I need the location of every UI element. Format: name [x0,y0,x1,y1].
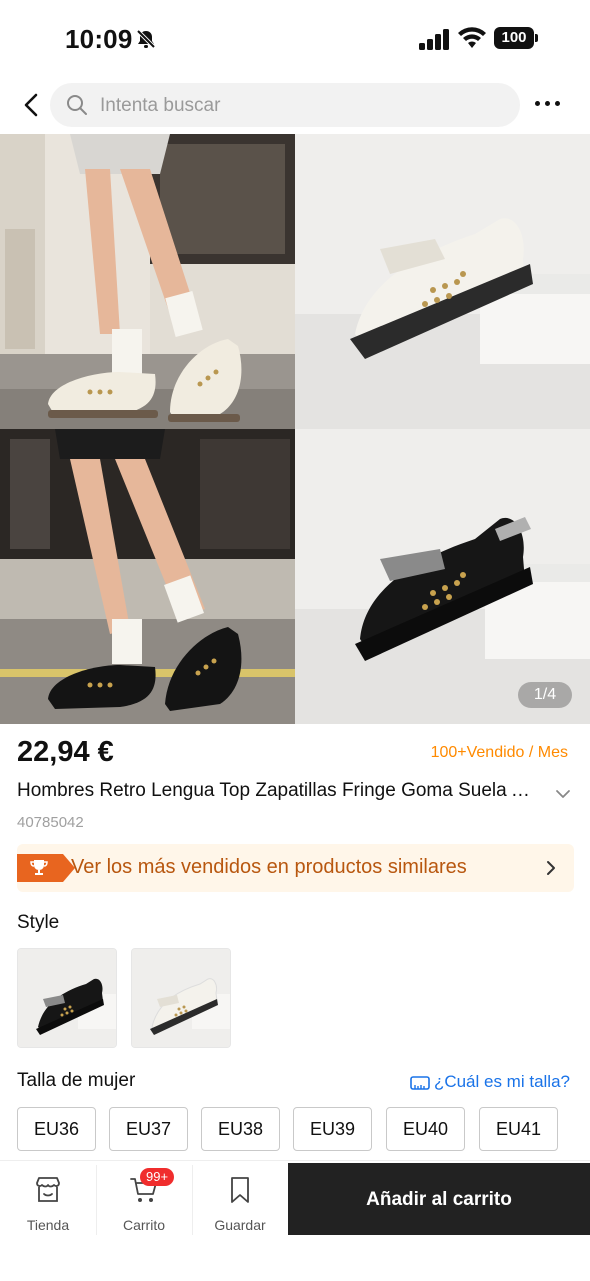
status-bar: 10:09 100 [0,0,590,80]
size-option[interactable]: EU41 [479,1107,558,1151]
search-input[interactable] [98,89,502,123]
bottom-action-bar: Tienda Carrito 99+ Guardar Añadir al car… [0,1160,590,1281]
product-image-1[interactable] [0,134,295,429]
size-option[interactable]: EU37 [109,1107,188,1151]
trophy-icon [30,860,48,875]
save-label: Guardar [214,1217,266,1233]
chevron-down-icon[interactable] [553,784,573,804]
trophy-badge [17,854,75,882]
bell-muted-icon [136,29,156,49]
add-to-cart-button[interactable]: Añadir al carrito [288,1163,590,1235]
size-guide-link[interactable]: ¿Cuál es mi talla? [410,1072,570,1092]
size-label: Talla de mujer [17,1070,136,1091]
product-image-gallery[interactable]: 1/4 [0,134,590,724]
size-option[interactable]: EU38 [201,1107,280,1151]
product-image-2[interactable] [295,134,590,429]
store-tab[interactable]: Tienda [0,1171,96,1235]
status-time: 10:09 [65,24,133,54]
image-counter: 1/4 [518,682,572,708]
bestsellers-banner[interactable]: Ver los más vendidos en productos simila… [17,844,574,892]
battery-icon: 100 [494,27,540,51]
cellular-signal-icon [419,29,449,50]
product-image-4[interactable] [295,429,590,724]
search-bar[interactable] [50,83,520,127]
search-icon [67,95,87,115]
product-price: 22,94 € [17,736,114,768]
wifi-icon [458,27,486,48]
cart-label: Carrito [122,1217,165,1233]
style-option-white[interactable] [131,948,231,1048]
size-option[interactable]: EU40 [386,1107,465,1151]
style-label: Style [17,912,60,933]
bestsellers-label: Ver los más vendidos en productos simila… [71,856,467,878]
ruler-icon [410,1075,430,1090]
store-icon [36,1177,60,1202]
store-label: Tienda [26,1217,70,1233]
size-options: EU36 EU37 EU38 EU39 EU40 EU41 [17,1107,577,1151]
battery-level: 100 [494,27,534,49]
bookmark-icon [231,1177,249,1203]
sold-count: 100+Vendido / Mes [430,744,568,761]
more-options-icon[interactable] [533,98,563,110]
chevron-right-icon [547,861,555,875]
product-image-3[interactable] [0,429,295,724]
product-sku: 40785042 [17,814,84,831]
search-header [0,80,590,132]
cart-count-badge: 99+ [140,1168,175,1186]
save-tab[interactable]: Guardar [192,1171,288,1235]
product-title[interactable]: Hombres Retro Lengua Top Zapatillas Frin… [17,780,537,802]
size-guide-label: ¿Cuál es mi talla? [433,1072,570,1091]
size-option[interactable]: EU36 [17,1107,96,1151]
style-option-black[interactable] [17,948,117,1048]
size-option[interactable]: EU39 [293,1107,372,1151]
back-arrow-icon[interactable] [18,90,46,120]
